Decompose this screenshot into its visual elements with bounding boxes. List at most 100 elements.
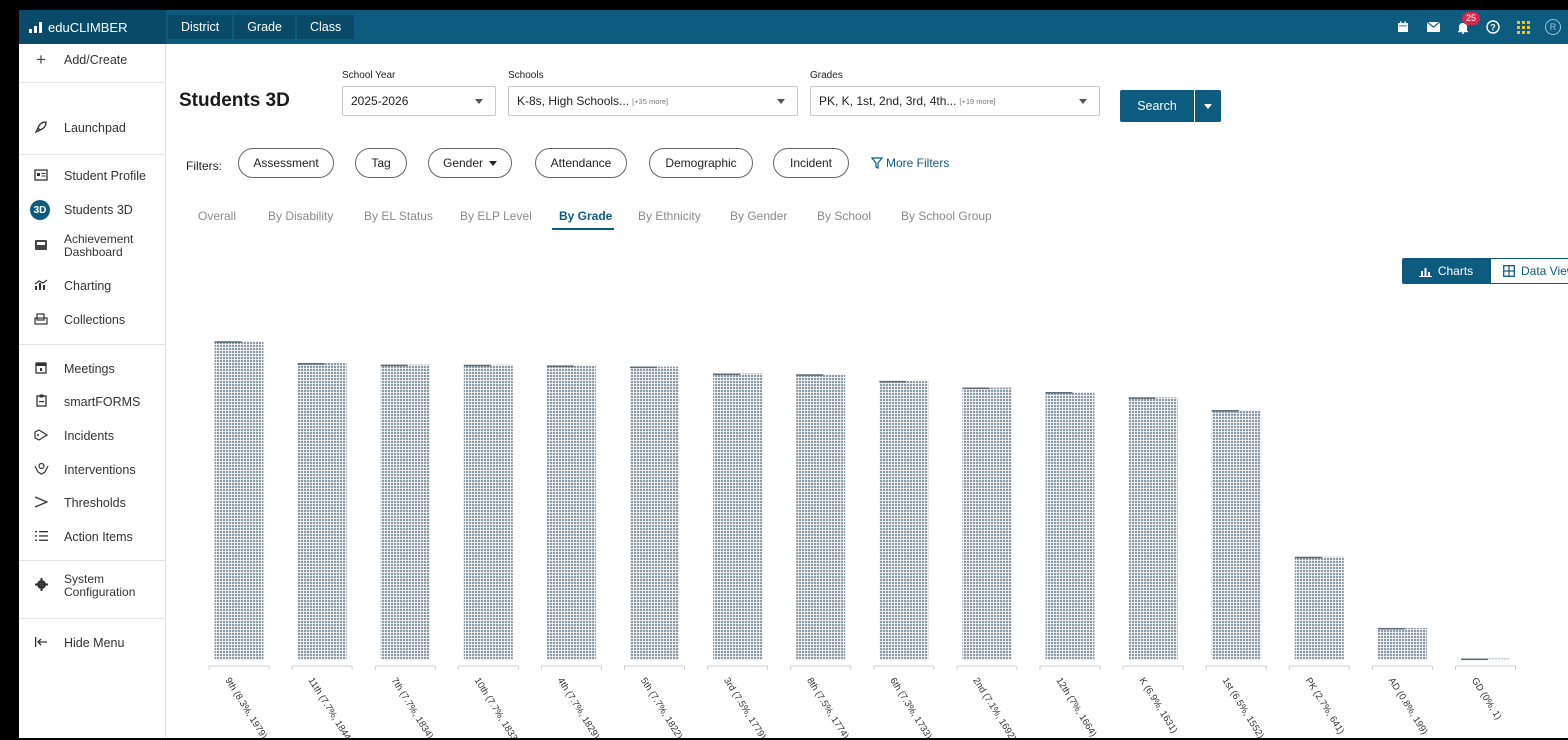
sidebar-item-smartforms[interactable]: smartFORMS (19, 390, 165, 414)
sidebar-item-system-configuration[interactable]: System Configuration (19, 570, 165, 602)
sidebar-item-interventions[interactable]: Interventions (19, 458, 165, 482)
grades-label: Grades (810, 70, 843, 81)
tab-by-disability[interactable]: By Disability (268, 209, 333, 223)
sidebar-divider (19, 560, 165, 561)
chart-bar[interactable] (879, 380, 929, 660)
collections-icon (32, 312, 50, 329)
sidebar-item-label: Meetings (64, 362, 115, 376)
tab-overall[interactable]: Overall (198, 209, 236, 223)
more-filters-link[interactable]: More Filters (871, 156, 949, 170)
sidebar-item-collections[interactable]: Collections (19, 308, 165, 332)
chart-bar[interactable] (463, 364, 513, 660)
data-view-button[interactable]: Data View (1490, 258, 1568, 284)
bell-icon[interactable]: 25 (1448, 10, 1481, 44)
chart-category-labels: 9th (8.3%, 1979) 11th (7.7%, 1844) 7th (7.… (222, 676, 1503, 738)
sidebar-item-launchpad[interactable]: Launchpad (19, 116, 165, 140)
calendar-icon[interactable] (1388, 10, 1418, 44)
filter-tag[interactable]: Tag (355, 148, 407, 178)
charts-view-button[interactable]: Charts (1402, 258, 1490, 284)
chart-bar[interactable] (546, 365, 596, 660)
axis-tick (790, 665, 852, 670)
category-label: 5th (7.7%, 1822) (638, 676, 685, 738)
school-year-select[interactable]: 2025-2026 (342, 86, 496, 116)
data-view-label: Data View (1521, 264, 1568, 278)
svg-text:?: ? (1490, 23, 1496, 33)
tab-by-school[interactable]: By School (817, 209, 871, 223)
caret-down-icon (489, 160, 498, 166)
search-button[interactable]: Search (1120, 90, 1194, 122)
nav-tab-district[interactable]: District (168, 15, 233, 39)
chart-bar[interactable] (1211, 410, 1261, 660)
category-label: 11th (7.7%, 1844) (306, 676, 355, 738)
chart-bar[interactable] (297, 363, 347, 660)
nav-tab-class[interactable]: Class (296, 15, 355, 39)
user-avatar[interactable]: R (1538, 10, 1568, 44)
tab-by-elp-level[interactable]: By ELP Level (460, 209, 532, 223)
sidebar-divider (19, 154, 165, 155)
sidebar-item-hide-menu[interactable]: Hide Menu (19, 631, 165, 655)
tab-by-school-group[interactable]: By School Group (901, 209, 992, 223)
chart-bar[interactable] (1294, 556, 1344, 660)
chart-bar[interactable] (1377, 627, 1427, 660)
schools-select[interactable]: K-8s, High Schools... [+35 more] (508, 86, 798, 116)
chart-bar-cap (1294, 556, 1322, 559)
avatar: R (1545, 19, 1561, 35)
category-label: 7th (7.7%, 1834) (389, 676, 436, 738)
sidebar-item-thresholds[interactable]: Thresholds (19, 491, 165, 515)
sidebar-item-meetings[interactable]: Meetings (19, 357, 165, 381)
filter-attendance[interactable]: Attendance (535, 148, 627, 178)
mail-icon[interactable] (1418, 10, 1448, 44)
axis-tick (1122, 665, 1184, 670)
tab-by-el-status[interactable]: By EL Status (364, 209, 433, 223)
sidebar-item-label: System Configuration (64, 572, 136, 599)
sidebar-item-incidents[interactable]: Incidents (19, 424, 165, 448)
chart-bar-cap (214, 341, 242, 343)
tab-by-grade[interactable]: By Grade (559, 209, 612, 223)
chart-bar[interactable] (380, 364, 430, 660)
sidebar-item-add-create[interactable]: + Add/Create (19, 47, 165, 73)
chart-bar[interactable] (962, 387, 1012, 660)
nav-tab-grade[interactable]: Grade (234, 15, 295, 39)
tab-by-ethnicity[interactable]: By Ethnicity (638, 209, 701, 223)
chart-bar[interactable] (796, 374, 846, 660)
chart-bar[interactable] (713, 373, 763, 660)
sidebar-item-student-profile[interactable]: Student Profile (19, 164, 165, 188)
school-year-label: School Year (342, 70, 396, 81)
chart-bar[interactable] (630, 366, 679, 660)
page-title: Students 3D (179, 90, 290, 111)
axis-tick (1288, 665, 1350, 670)
filter-gender-label: Gender (442, 156, 484, 170)
chart-axis (208, 665, 1516, 670)
tab-by-gender[interactable]: By Gender (730, 209, 787, 223)
filter-demographic[interactable]: Demographic (649, 148, 753, 178)
sidebar-item-label: Thresholds (64, 496, 126, 510)
filter-gender[interactable]: Gender (428, 148, 512, 178)
category-label: AD (0.8%, 199) (1386, 676, 1430, 737)
schools-value: K-8s, High Schools... (517, 94, 630, 108)
axis-tick (540, 665, 602, 670)
grades-select[interactable]: PK, K, 1st, 2nd, 3rd, 4th... [+19 more] (810, 86, 1100, 116)
axis-tick (457, 665, 519, 670)
brand-logo[interactable]: eduCLIMBER (19, 10, 166, 44)
filter-assessment[interactable]: Assessment (238, 148, 334, 178)
sidebar-item-action-items[interactable]: Action Items (19, 525, 165, 549)
sidebar-item-achievement-dashboard[interactable]: Achievement Dashboard (19, 230, 165, 262)
logo-bars-icon (29, 21, 42, 33)
sidebar-item-charting[interactable]: Charting (19, 274, 165, 298)
apps-grid-icon[interactable] (1508, 10, 1538, 44)
category-label: 2nd (7.1%, 1692) (970, 676, 1018, 738)
category-label: 3rd (7.5%, 1779) (721, 676, 768, 738)
sidebar-item-students-3d[interactable]: 3D Students 3D (19, 198, 165, 222)
help-icon[interactable]: ? (1478, 10, 1508, 44)
search-options-dropdown[interactable] (1195, 90, 1221, 122)
filter-incident[interactable]: Incident (773, 148, 849, 178)
sidebar-divider (19, 82, 165, 83)
chart-bar[interactable] (1045, 392, 1095, 660)
sidebar-item-label: Students 3D (64, 203, 133, 217)
category-label: 10th (7.7%, 1833) (472, 676, 521, 738)
chart-bar[interactable] (1128, 397, 1178, 660)
chart-bar[interactable] (214, 341, 264, 660)
chart-bar-cap (1377, 627, 1405, 630)
axis-tick (1039, 665, 1101, 670)
schools-label: Schools (508, 70, 544, 81)
